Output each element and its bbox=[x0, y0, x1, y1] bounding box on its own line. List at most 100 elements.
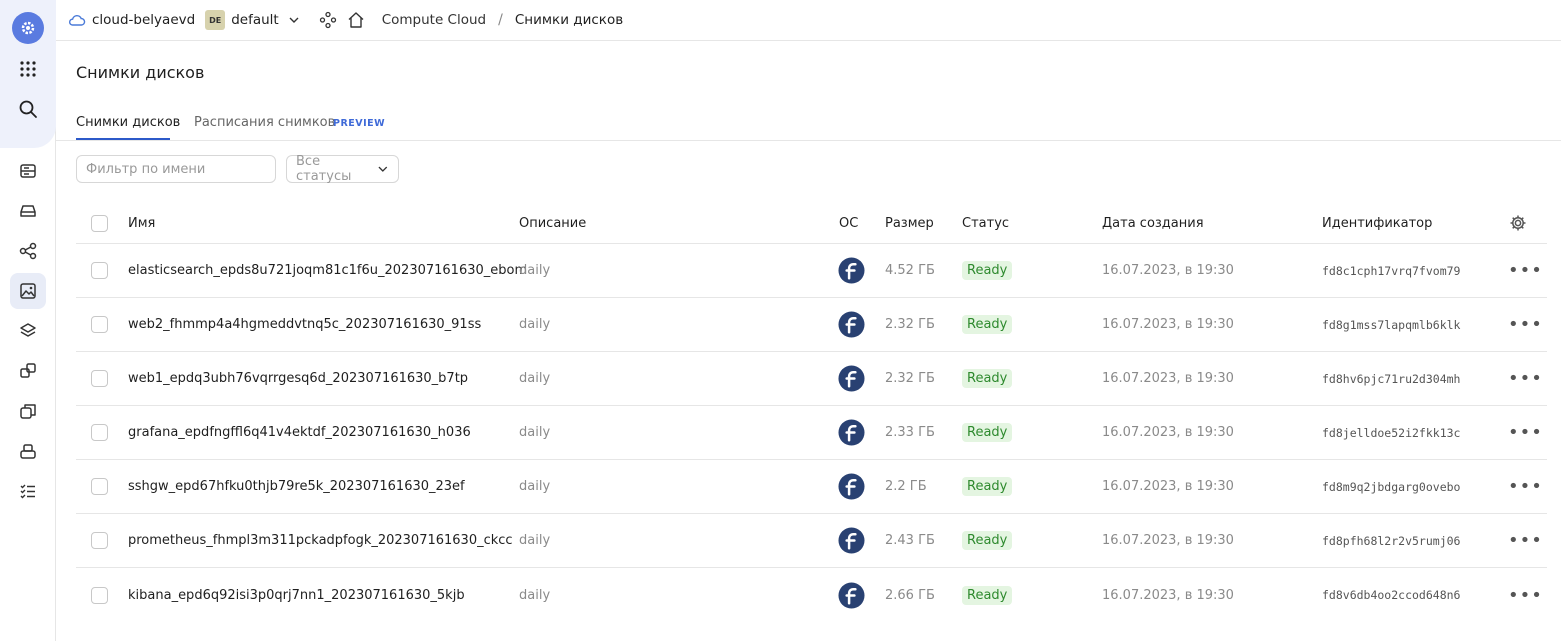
row-checkbox[interactable] bbox=[91, 370, 108, 387]
search-button[interactable] bbox=[10, 91, 46, 127]
status-badge: Ready bbox=[962, 477, 1013, 496]
table-body: elasticsearch_epds8u721joqm81c1f6u_20230… bbox=[76, 244, 1547, 622]
tab-bar: Снимки дисков Расписания снимков PREVIEW bbox=[56, 105, 1561, 141]
nav-gpu-clusters[interactable] bbox=[10, 433, 46, 469]
table-row[interactable]: prometheus_fhmpl3m311pckadpfogk_20230716… bbox=[76, 514, 1547, 568]
cloud-selector[interactable]: cloud-belyaevd bbox=[68, 12, 195, 28]
snapshot-description: daily bbox=[519, 587, 551, 603]
top-header: cloud-belyaevd DE default Compute Cloud … bbox=[56, 0, 1561, 41]
snapshot-name[interactable]: elasticsearch_epds8u721joqm81c1f6u_20230… bbox=[128, 244, 527, 297]
snapshot-id: fd8hv6pjc71ru2d304mh bbox=[1322, 371, 1461, 386]
nav-instance-groups[interactable] bbox=[10, 353, 46, 389]
compute-cloud-logo[interactable] bbox=[12, 12, 44, 44]
row-checkbox[interactable] bbox=[91, 532, 108, 549]
table-header-row: Имя Описание ОС Размер Статус Дата созда… bbox=[76, 203, 1547, 244]
snapshot-description: daily bbox=[519, 479, 551, 494]
tab-snapshot-schedules[interactable]: Расписания снимков bbox=[194, 115, 335, 130]
row-actions-button[interactable]: ••• bbox=[1508, 568, 1543, 622]
nav-placement-groups[interactable] bbox=[10, 233, 46, 269]
snapshot-name[interactable]: kibana_epd6q92isi3p0qrj7nn1_202307161630… bbox=[128, 568, 465, 622]
snapshot-id: fd8c1cph17vrq7fvom79 bbox=[1322, 263, 1461, 278]
image-icon bbox=[20, 283, 36, 299]
snapshot-size: 2.43 ГБ bbox=[885, 533, 935, 548]
checklist-icon bbox=[20, 484, 35, 499]
column-header-description[interactable]: Описание bbox=[519, 203, 586, 243]
home-button[interactable] bbox=[347, 11, 365, 29]
table-row[interactable]: grafana_epdfngffl6q41v4ektdf_20230716163… bbox=[76, 406, 1547, 460]
nav-disks[interactable] bbox=[10, 193, 46, 229]
fedora-icon bbox=[838, 581, 865, 609]
gear-icon bbox=[1510, 215, 1526, 231]
snapshot-name[interactable]: web2_fhmmp4a4hgmeddvtnq5c_202307161630_9… bbox=[128, 298, 481, 351]
table-row[interactable]: kibana_epd6q92isi3p0qrj7nn1_202307161630… bbox=[76, 568, 1547, 622]
cloud-name: cloud-belyaevd bbox=[92, 12, 196, 28]
more-icon: ••• bbox=[1508, 584, 1543, 606]
row-checkbox[interactable] bbox=[91, 424, 108, 441]
row-checkbox[interactable] bbox=[91, 586, 108, 604]
nav-dedicated-hosts[interactable] bbox=[10, 393, 46, 429]
all-services-button[interactable] bbox=[10, 51, 46, 87]
row-actions-button[interactable]: ••• bbox=[1508, 298, 1543, 351]
snapshot-name[interactable]: prometheus_fhmpl3m311pckadpfogk_20230716… bbox=[128, 514, 513, 567]
row-actions-button[interactable]: ••• bbox=[1508, 352, 1543, 405]
folder-badge: DE bbox=[205, 10, 226, 30]
status-badge: Ready bbox=[962, 423, 1013, 442]
created-date: 16.07.2023, в 19:30 bbox=[1102, 263, 1234, 278]
nav-disk-snapshots[interactable] bbox=[10, 273, 46, 309]
row-actions-button[interactable]: ••• bbox=[1508, 244, 1543, 297]
column-header-size[interactable]: Размер bbox=[885, 203, 934, 243]
snapshot-id: fd8m9q2jbdgarg0ovebo bbox=[1322, 479, 1461, 494]
fedora-icon bbox=[838, 419, 865, 446]
fedora-icon bbox=[838, 473, 865, 500]
fedora-icon bbox=[838, 365, 865, 392]
snapshot-name[interactable]: web1_epdq3ubh76vqrrgesq6d_202307161630_b… bbox=[128, 352, 468, 405]
snapshot-description: daily bbox=[519, 317, 551, 332]
created-date: 16.07.2023, в 19:30 bbox=[1102, 425, 1234, 440]
column-header-status[interactable]: Статус bbox=[962, 203, 1009, 243]
status-badge: Ready bbox=[962, 261, 1013, 280]
breadcrumb-current: Снимки дисков bbox=[514, 12, 624, 28]
snapshot-name[interactable]: grafana_epdfngffl6q41v4ektdf_20230716163… bbox=[128, 406, 471, 459]
row-checkbox[interactable] bbox=[91, 478, 108, 495]
services-nodes-button[interactable] bbox=[319, 11, 337, 29]
breadcrumb-compute-cloud[interactable]: Compute Cloud bbox=[382, 12, 486, 28]
snapshot-size: 4.52 ГБ bbox=[885, 263, 935, 278]
table-row[interactable]: web2_fhmmp4a4hgmeddvtnq5c_202307161630_9… bbox=[76, 298, 1547, 352]
nav-operations[interactable] bbox=[10, 473, 46, 509]
column-header-os[interactable]: ОС bbox=[839, 203, 858, 243]
share-nodes-icon bbox=[19, 242, 37, 260]
row-checkbox[interactable] bbox=[91, 262, 108, 279]
row-checkbox[interactable] bbox=[91, 316, 108, 333]
snapshot-id: fd8g1mss7lapqmlb6klk bbox=[1322, 317, 1461, 332]
nav-images[interactable] bbox=[10, 313, 46, 349]
column-header-created[interactable]: Дата создания bbox=[1102, 203, 1204, 243]
snapshot-description: daily bbox=[519, 263, 551, 278]
status-badge: Ready bbox=[962, 315, 1013, 334]
table-row[interactable]: elasticsearch_epds8u721joqm81c1f6u_20230… bbox=[76, 244, 1547, 298]
grid-icon bbox=[20, 61, 36, 77]
snapshot-id: fd8pfh68l2r2v5rumj06 bbox=[1322, 533, 1461, 548]
table-settings-button[interactable] bbox=[1508, 203, 1528, 243]
column-header-id[interactable]: Идентификатор bbox=[1322, 203, 1432, 243]
snapshot-size: 2.33 ГБ bbox=[885, 425, 935, 440]
more-icon: ••• bbox=[1508, 260, 1543, 281]
table-row[interactable]: sshgw_epd67hfku0thjb79re5k_202307161630_… bbox=[76, 460, 1547, 514]
folder-selector[interactable]: DE default bbox=[205, 10, 301, 30]
table-row[interactable]: web1_epdq3ubh76vqrrgesq6d_202307161630_b… bbox=[76, 352, 1547, 406]
chevron-down-icon bbox=[378, 166, 388, 172]
more-icon: ••• bbox=[1508, 314, 1543, 335]
boxes-icon bbox=[20, 444, 36, 459]
name-filter-input[interactable] bbox=[76, 155, 276, 183]
row-actions-button[interactable]: ••• bbox=[1508, 514, 1543, 567]
server-icon bbox=[20, 164, 36, 178]
tab-disk-snapshots[interactable]: Снимки дисков bbox=[76, 115, 180, 130]
status-filter-select[interactable]: Все статусы bbox=[286, 154, 399, 184]
nav-virtual-machines[interactable] bbox=[10, 153, 46, 189]
column-header-name[interactable]: Имя bbox=[128, 203, 155, 243]
created-date: 16.07.2023, в 19:30 bbox=[1102, 317, 1234, 332]
row-actions-button[interactable]: ••• bbox=[1508, 460, 1543, 513]
row-actions-button[interactable]: ••• bbox=[1508, 406, 1543, 459]
more-icon: ••• bbox=[1508, 368, 1543, 389]
snapshot-name[interactable]: sshgw_epd67hfku0thjb79re5k_202307161630_… bbox=[128, 460, 465, 513]
select-all-checkbox[interactable] bbox=[91, 214, 108, 232]
